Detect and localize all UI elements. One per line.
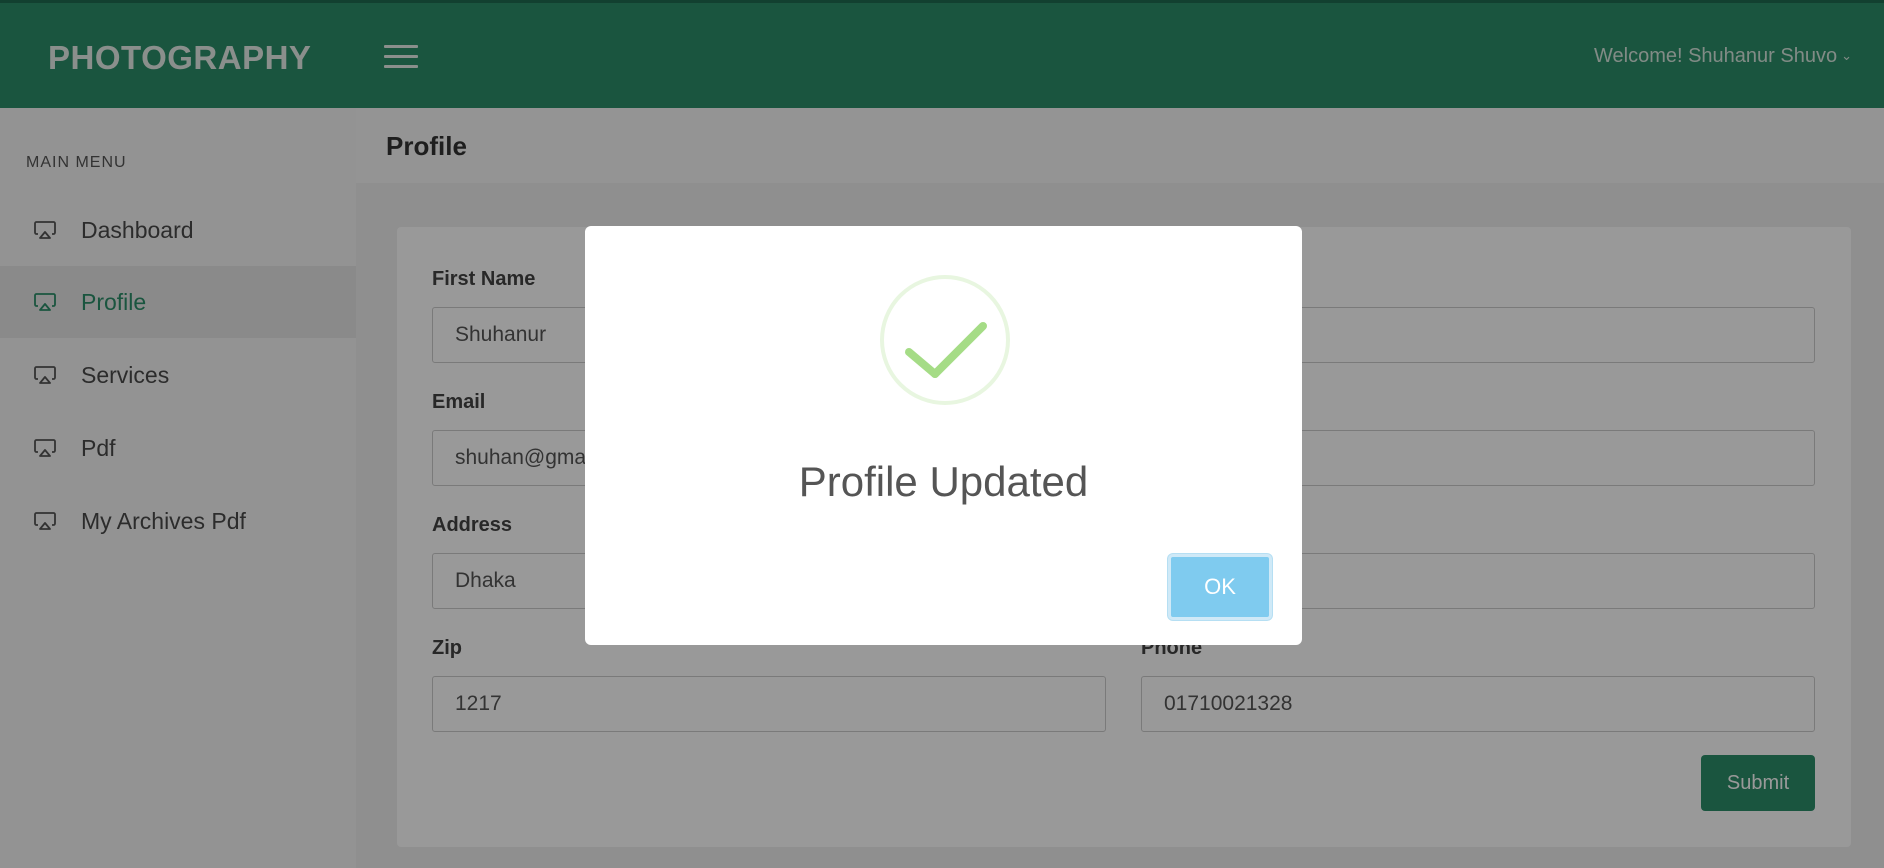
ok-button[interactable]: OK (1168, 554, 1272, 620)
success-check-icon (880, 275, 1010, 405)
modal-title: Profile Updated (798, 458, 1089, 505)
success-modal: Profile Updated OK (585, 226, 1302, 645)
